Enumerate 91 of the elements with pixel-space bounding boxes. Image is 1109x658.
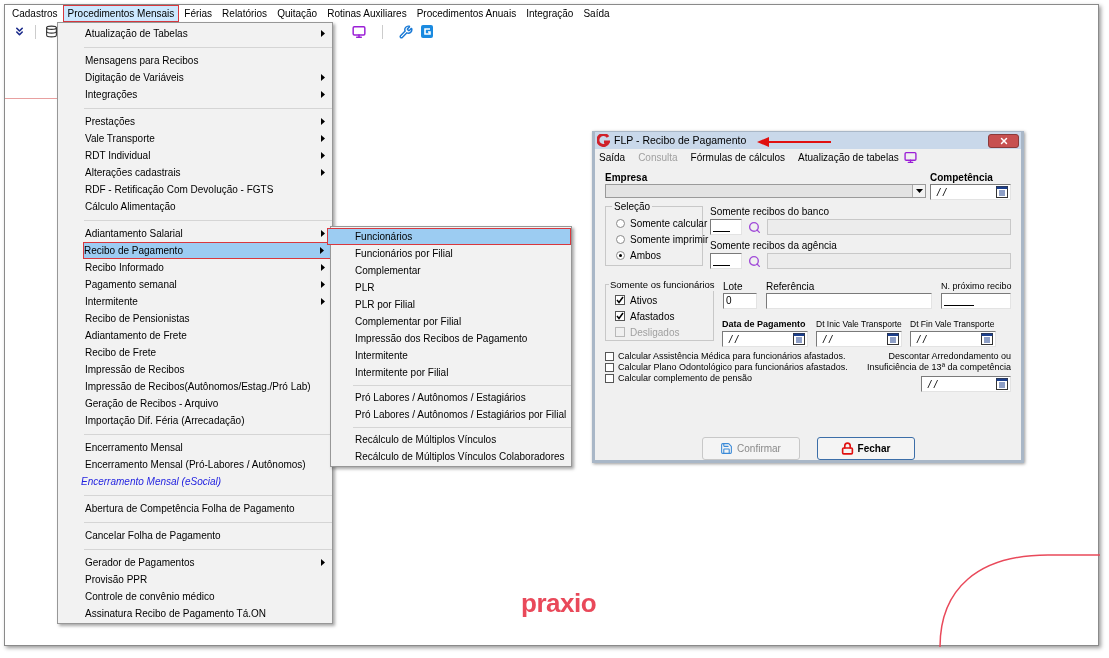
field-label: Dt Inic Vale Transporte: [816, 318, 902, 331]
checkbox-label: Afastados: [630, 309, 675, 324]
checkbox-label: Ativos: [630, 293, 658, 308]
field-label: N. próximo recibo: [941, 280, 1011, 293]
menu-bar-item[interactable]: Férias: [179, 5, 218, 22]
date-value: / /: [928, 378, 939, 390]
menu-item[interactable]: PLR por Filial: [331, 296, 571, 313]
menu-item[interactable]: Pagamento semanal: [84, 276, 332, 293]
checkbox-label: Calcular Plano Odontológico para funcionários afastados.: [618, 362, 848, 373]
menu-item[interactable]: Pró Labores / Autônomos / Estagiários por Filial: [331, 406, 571, 423]
menu-bar-item[interactable]: Rotinas Auxiliares: [322, 5, 412, 22]
menu-item[interactable]: RDT Individual: [84, 147, 332, 164]
menu-item[interactable]: Impressão de Recibos(Autônomos/Estag./Pró Lab): [84, 378, 332, 395]
date-value: / /: [937, 186, 948, 198]
menu-bar-item[interactable]: Procedimentos Anuais: [411, 5, 522, 22]
date-value: / /: [729, 333, 740, 345]
field-label: Descontar Arredondamento ou: [888, 351, 1011, 362]
menu-item[interactable]: Recibo de Frete: [84, 344, 332, 361]
menu-item[interactable]: Impressão dos Recibos de Pagamento: [331, 330, 571, 347]
menu-item[interactable]: Atualização de Tabelas: [84, 25, 332, 42]
radio-label: Somente imprimir: [630, 233, 709, 247]
date-field[interactable]: / /: [930, 184, 1011, 200]
field-label: Insuficiência de 13ª da competência: [867, 362, 1011, 373]
menu-item[interactable]: Intermitente por Filial: [331, 364, 571, 381]
menu-item[interactable]: Intermitente: [84, 293, 332, 310]
menu-item[interactable]: Controle de convênio médico: [84, 588, 332, 605]
menu-item[interactable]: Vale Transporte: [84, 130, 332, 147]
dialog-menu-item[interactable]: Atualização de tabelas: [798, 150, 899, 165]
menu-item[interactable]: Complementar por Filial: [331, 313, 571, 330]
menu-item[interactable]: Assinatura Recibo de Pagamento Tá.ON: [84, 605, 332, 622]
menu-item[interactable]: Impressão de Recibos: [84, 361, 332, 378]
menu-bar-item[interactable]: Integração: [521, 5, 579, 22]
date-field[interactable]: / /: [722, 331, 808, 347]
menu-item[interactable]: Alterações cadastrais: [84, 164, 332, 181]
close-button[interactable]: Fechar: [816, 437, 915, 460]
menu-bar-item[interactable]: Procedimentos Mensais: [62, 5, 180, 22]
menu-item[interactable]: Pró Labores / Autônomos / Estagiários: [331, 389, 571, 406]
menu-bar-item[interactable]: Cadastros: [7, 5, 63, 22]
batch-field[interactable]: 0: [723, 293, 757, 309]
menu-item[interactable]: Abertura de Competência Folha de Pagamento: [84, 500, 332, 517]
date-field[interactable]: / /: [921, 376, 1011, 392]
menu-item[interactable]: Digitação de Variáveis: [84, 69, 332, 86]
menu-item[interactable]: Gerador de Pagamentos: [84, 554, 332, 571]
menu-item[interactable]: Cálculo Alimentação: [84, 198, 332, 215]
menu-item[interactable]: Recibo Informado: [84, 259, 332, 276]
field-label: Referência: [766, 280, 816, 293]
menu-item[interactable]: Encerramento Mensal (Pró-Labores / Autônomos): [84, 456, 332, 473]
field-label: Somente recibos da agência: [710, 239, 838, 252]
menu-item[interactable]: Provisão PPR: [84, 571, 332, 588]
radio-label: Somente calcular: [630, 217, 708, 231]
menu-item[interactable]: PLR: [331, 279, 571, 296]
field-label: Data de Pagamento: [722, 318, 807, 331]
date-value: / /: [917, 333, 928, 345]
field-label: Competência: [930, 171, 994, 184]
menu-item[interactable]: Mensagens para Recibos: [84, 52, 332, 69]
menu-item[interactable]: Funcionários: [327, 228, 571, 245]
dialog-menu-item[interactable]: Fórmulas de cálculos: [690, 150, 786, 165]
field-label: Empresa: [605, 171, 649, 184]
group-label: Somente os funcionários: [609, 278, 716, 291]
menu-bar-item[interactable]: Quitação: [272, 5, 323, 22]
date-field[interactable]: / /: [910, 331, 996, 347]
window-title: FLP - Recibo de Pagamento: [614, 132, 747, 148]
field-label: Dt Fin Vale Transporte: [910, 318, 996, 331]
checkbox-label: Calcular Assistência Médica para funcionários afastados.: [618, 351, 846, 362]
field-label: Lote: [723, 280, 744, 293]
menu-bar-item[interactable]: Saída: [578, 5, 615, 22]
group-label: Seleção: [612, 200, 653, 213]
menu-bar-item[interactable]: Relatórios: [217, 5, 273, 22]
menu-item[interactable]: Importação Dif. Féria (Arrecadação): [84, 412, 332, 429]
menu-item[interactable]: RDF - Retificação Com Devolução - FGTS: [84, 181, 332, 198]
menu-item[interactable]: Intermitente: [331, 347, 571, 364]
menu-item[interactable]: Funcionários por Filial: [331, 245, 571, 262]
menu-item[interactable]: Recálculo de Múltiplos Vínculos: [331, 431, 571, 448]
menu-item[interactable]: Recibo de Pagamento: [83, 242, 331, 259]
checkbox-label: Desligados: [630, 325, 680, 340]
field-label: Somente recibos do banco: [710, 205, 830, 218]
date-field[interactable]: / /: [816, 331, 902, 347]
menu-item[interactable]: Recibo de Pensionistas: [84, 310, 332, 327]
menu-item[interactable]: Encerramento Mensal: [84, 439, 332, 456]
date-value: / /: [823, 333, 834, 345]
dialog-menu-item[interactable]: Saída: [599, 150, 626, 165]
menu-item[interactable]: Geração de Recibos - Arquivo: [84, 395, 332, 412]
menu-item[interactable]: Cancelar Folha de Pagamento: [84, 527, 332, 544]
praxio-logo: praxio: [521, 590, 597, 616]
menu-item[interactable]: Recálculo de Múltiplos Vínculos Colaboradores: [331, 448, 571, 465]
menu-item[interactable]: Prestações: [84, 113, 332, 130]
menu-item[interactable]: Integrações: [84, 86, 332, 103]
menu-item[interactable]: Adiantamento de Frete: [84, 327, 332, 344]
radio-label: Ambos: [630, 249, 662, 263]
menu-item[interactable]: Complementar: [331, 262, 571, 279]
checkbox-label: Calcular complemento de pensão: [618, 373, 753, 384]
